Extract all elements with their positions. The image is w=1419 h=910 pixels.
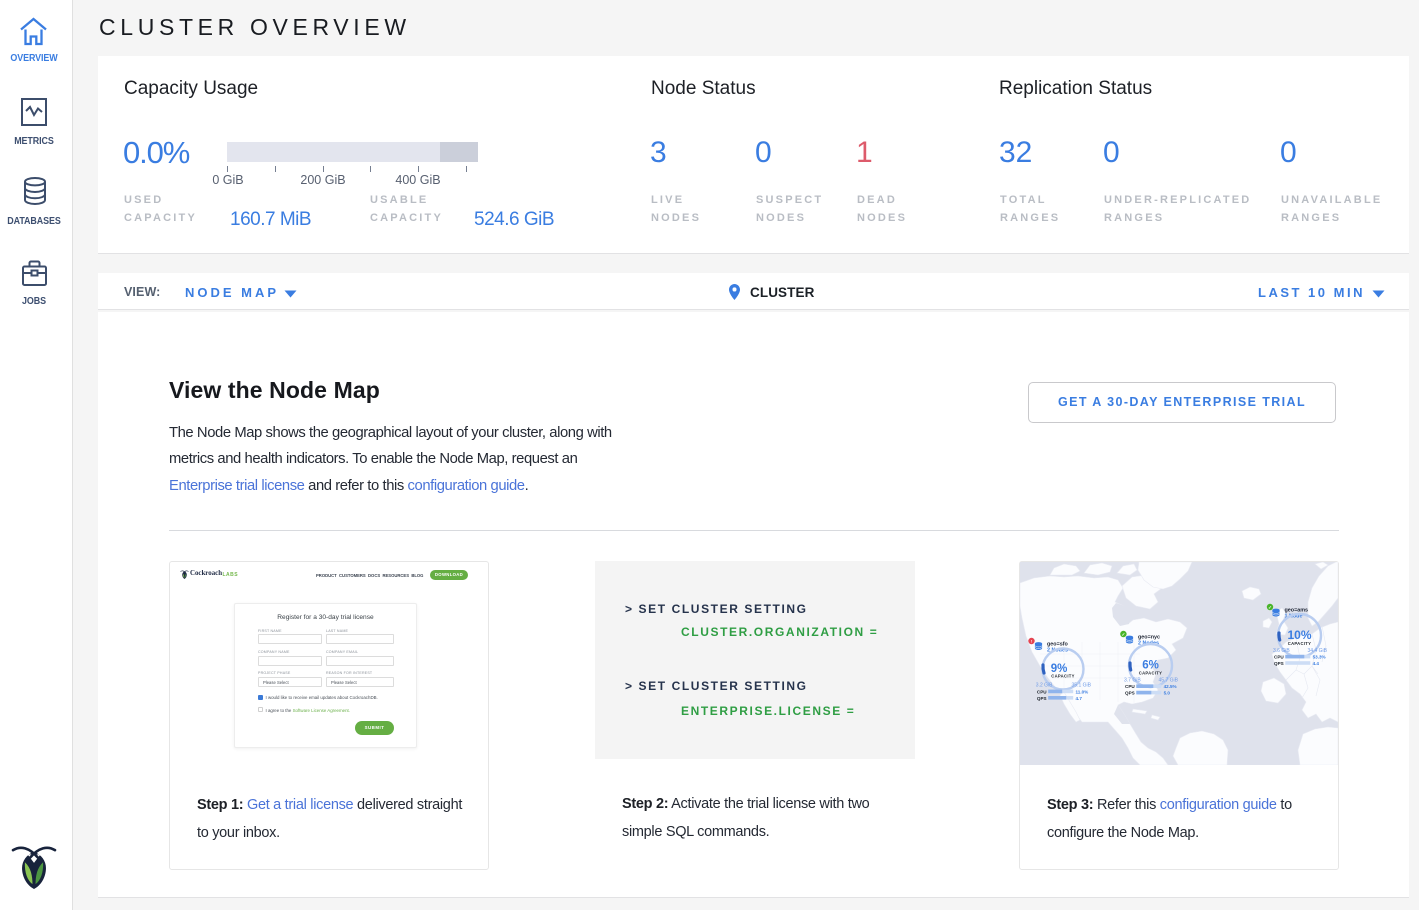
svg-text:3.7 GiB: 3.7 GiB [1124,678,1141,684]
svg-text:34.4 GiB: 34.4 GiB [1308,648,1328,654]
svg-text:QPS: QPS [1274,661,1284,666]
svg-text:10%: 10% [1287,628,1311,642]
svg-text:4.7: 4.7 [1076,696,1083,701]
svg-text:CPU: CPU [1274,655,1284,660]
svg-text:5.0: 5.0 [1164,691,1171,696]
svg-text:3.6 GiB: 3.6 GiB [1273,648,1290,654]
svg-text:!: ! [1031,639,1032,644]
svg-text:11.0%: 11.0% [1076,689,1089,694]
svg-text:45.7 GiB: 45.7 GiB [1159,678,1179,684]
svg-text:CAPACITY: CAPACITY [1139,670,1163,675]
svg-text:CAPACITY: CAPACITY [1288,641,1312,646]
svg-text:35.1 GiB: 35.1 GiB [1072,683,1092,689]
svg-text:CPU: CPU [1037,689,1047,694]
svg-text:✓: ✓ [1268,605,1272,610]
svg-text:CPU: CPU [1125,684,1135,689]
svg-text:53.3%: 53.3% [1313,655,1326,660]
svg-text:CAPACITY: CAPACITY [1051,674,1075,679]
svg-text:3.2 GiB: 3.2 GiB [1036,683,1053,689]
svg-text:QPS: QPS [1037,696,1047,701]
svg-text:42.5%: 42.5% [1164,684,1177,689]
svg-text:4.4: 4.4 [1313,661,1320,666]
svg-text:✓: ✓ [1122,632,1126,637]
svg-text:QPS: QPS [1125,691,1135,696]
